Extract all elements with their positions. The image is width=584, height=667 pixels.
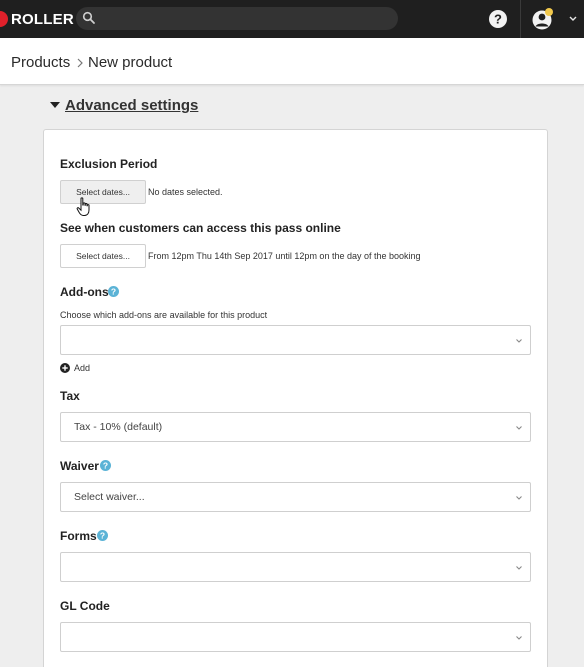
- waiver-select[interactable]: Select waiver...: [60, 482, 531, 512]
- logo-mark: [0, 11, 8, 27]
- forms-label: Forms: [60, 529, 97, 543]
- addons-hint: Choose which add-ons are available for t…: [60, 310, 268, 320]
- chevron-down-icon: [516, 339, 522, 343]
- exclusion-period-label: Exclusion Period: [60, 157, 158, 171]
- advanced-settings-panel: [43, 129, 548, 667]
- gl-code-label: GL Code: [60, 599, 110, 613]
- chevron-down-icon: [516, 426, 522, 430]
- breadcrumb: Products New product: [0, 38, 584, 85]
- tax-label: Tax: [60, 389, 80, 403]
- tax-select[interactable]: Tax - 10% (default): [60, 412, 531, 442]
- gl-code-select[interactable]: [60, 622, 531, 652]
- forms-select[interactable]: [60, 552, 531, 582]
- chevron-down-icon: [516, 636, 522, 640]
- online-access-label: See when customers can access this pass …: [60, 221, 341, 235]
- svg-text:?: ?: [494, 12, 502, 27]
- roller-logo[interactable]: ROLLER: [0, 10, 74, 28]
- help-icon[interactable]: ?: [488, 9, 508, 29]
- chevron-down-icon: [516, 566, 522, 570]
- chevron-down-icon: [516, 496, 522, 500]
- breadcrumb-products-link[interactable]: Products: [11, 54, 70, 71]
- add-addon-link[interactable]: Add: [74, 363, 90, 373]
- chevron-down-icon[interactable]: [568, 14, 578, 24]
- info-icon[interactable]: ?: [100, 460, 111, 471]
- advanced-settings-toggle[interactable]: Advanced settings: [65, 97, 198, 114]
- search-icon: [82, 11, 95, 24]
- add-circle-icon[interactable]: [60, 363, 70, 373]
- logo-text: ROLLER: [11, 10, 74, 28]
- hand-pointer-cursor-icon: [76, 197, 90, 216]
- waiver-label: Waiver: [60, 459, 99, 473]
- info-icon[interactable]: ?: [97, 530, 108, 541]
- exclusion-status: No dates selected.: [148, 187, 223, 197]
- top-nav-bar: ROLLER ?: [0, 0, 584, 38]
- addons-label: Add-ons: [60, 285, 109, 299]
- breadcrumb-current: New product: [88, 54, 173, 71]
- chevron-right-icon: [77, 58, 83, 68]
- addons-select[interactable]: [60, 325, 531, 355]
- online-access-status: From 12pm Thu 14th Sep 2017 until 12pm o…: [148, 251, 421, 261]
- avatar-icon[interactable]: [532, 7, 554, 31]
- svg-text:?: ?: [103, 461, 108, 471]
- svg-text:?: ?: [111, 287, 116, 297]
- tax-select-value: Tax - 10% (default): [74, 421, 163, 433]
- info-icon[interactable]: ?: [108, 286, 119, 297]
- header-divider: [520, 0, 521, 38]
- waiver-select-value: Select waiver...: [74, 491, 145, 503]
- search-input[interactable]: [76, 7, 398, 30]
- svg-text:?: ?: [100, 531, 105, 541]
- exclusion-select-dates-button[interactable]: Select dates...: [60, 180, 146, 204]
- caret-down-icon[interactable]: [50, 101, 60, 109]
- online-access-select-dates-button[interactable]: Select dates...: [60, 244, 146, 268]
